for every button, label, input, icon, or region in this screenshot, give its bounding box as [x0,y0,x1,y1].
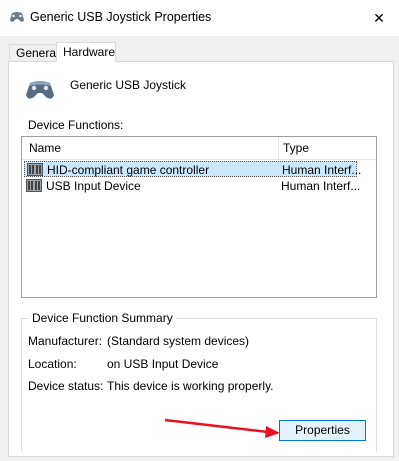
gamepad-icon [9,10,25,27]
location-value: on USB Input Device [107,357,219,371]
column-header-name[interactable]: Name [29,141,61,155]
device-function-type: Human Interf... [281,179,361,193]
device-status-label: Device status: [28,379,104,393]
list-item[interactable]: USB Input Device Human Interf... [24,178,361,195]
list-header: Name Type [22,137,376,160]
manufacturer-label: Manufacturer: [28,334,103,348]
hid-device-icon [26,179,42,195]
list-item[interactable]: HID-compliant game controller Human Inte… [24,161,361,179]
close-button[interactable]: ✕ [365,6,393,30]
device-function-name: USB Input Device [46,179,141,193]
manufacturer-value: (Standard system devices) [107,334,250,348]
device-function-type: Human Interf... [282,163,362,177]
device-name: Generic USB Joystick [70,78,187,92]
close-icon: ✕ [373,9,385,26]
device-function-name: HID-compliant game controller [47,163,210,177]
gamepad-icon [24,78,56,105]
device-functions-label: Device Functions: [28,118,124,132]
summary-title: Device Function Summary [29,311,176,325]
location-label: Location: [28,357,77,371]
title-bar: Generic USB Joystick Properties ✕ [0,0,399,36]
tab-hardware[interactable]: Hardware [56,42,116,62]
device-functions-list[interactable]: Name Type HID-compliant game controller … [21,136,377,298]
hid-device-icon [27,163,43,179]
properties-button[interactable]: Properties [279,420,366,441]
column-separator[interactable] [278,137,279,159]
window-title: Generic USB Joystick Properties [30,10,212,24]
device-status-value: This device is working properly. [107,379,274,393]
column-header-type[interactable]: Type [283,141,309,155]
